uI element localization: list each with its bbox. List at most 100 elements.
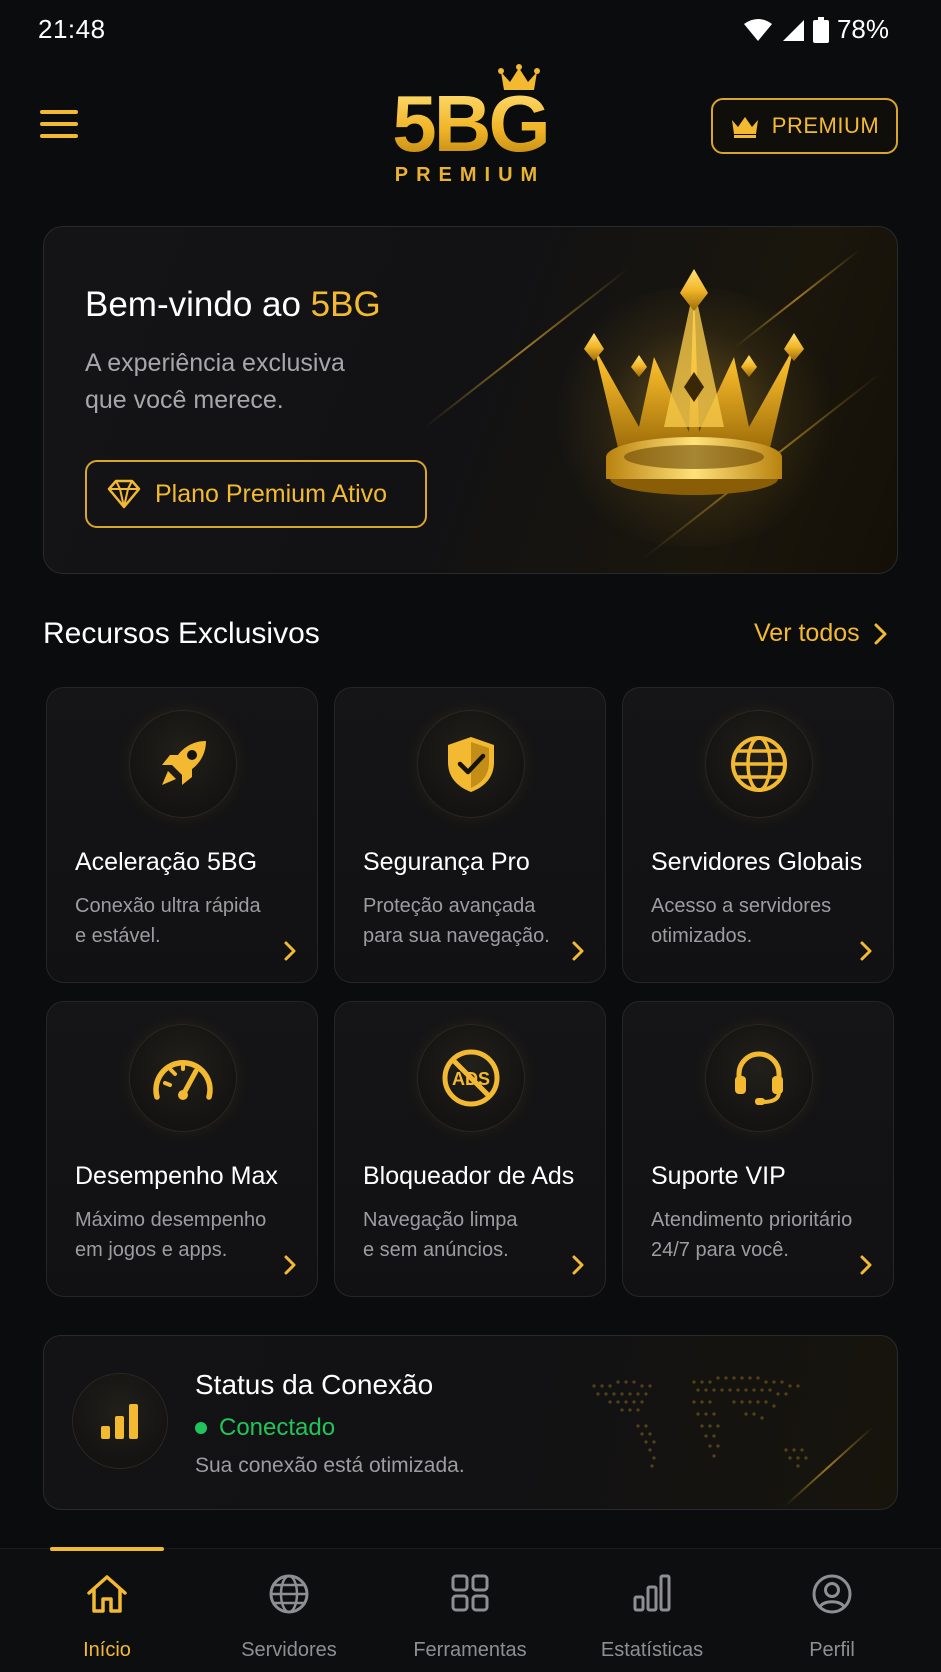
headset-icon — [735, 1051, 783, 1105]
bottom-navigation: Início Servidores Ferramentas Estatístic… — [0, 1547, 941, 1672]
card-title: Segurança Pro — [363, 848, 530, 876]
card-icon-circle — [705, 1024, 813, 1132]
signal-bars-icon — [101, 1404, 138, 1439]
card-description: Acesso a servidores otimizados. — [651, 891, 881, 951]
premium-plan-button[interactable]: Plano Premium Ativo — [85, 460, 427, 528]
chevron-right-icon — [284, 941, 296, 961]
bar-chart-icon — [633, 1574, 671, 1612]
chevron-right-icon — [874, 623, 887, 644]
card-description-line: Navegação limpa — [363, 1209, 518, 1231]
card-description-line: e sem anúncios. — [363, 1239, 509, 1261]
rocket-icon — [162, 741, 206, 785]
card-icon-circle — [129, 710, 237, 818]
home-icon — [87, 1575, 127, 1613]
welcome-banner: Bem-vindo ao 5BG A experiência exclusiva… — [43, 226, 898, 574]
nav-item-tools[interactable]: Ferramentas — [390, 1549, 550, 1672]
feature-card-ad-blocker[interactable]: ADS Bloqueador de Ads Navegação limpa e … — [334, 1001, 606, 1297]
see-all-label: Ver todos — [754, 619, 860, 647]
card-title: Suporte VIP — [651, 1162, 786, 1190]
section-title: Recursos Exclusivos — [43, 617, 320, 650]
welcome-subtitle-line: A experiência exclusiva — [85, 349, 345, 377]
card-description-line: Proteção avançada — [363, 895, 536, 917]
world-map-dots — [592, 1376, 808, 1468]
status-icon-circle — [72, 1373, 168, 1469]
card-icon-circle: ADS — [417, 1024, 525, 1132]
see-all-link[interactable]: Ver todos — [754, 619, 888, 648]
card-description-line: em jogos e apps. — [75, 1239, 228, 1261]
grid-icon — [451, 1574, 489, 1612]
battery-percent: 78% — [836, 14, 889, 44]
chevron-right-icon — [572, 1255, 584, 1275]
shield-check-icon — [448, 737, 494, 792]
card-title: Aceleração 5BG — [75, 848, 258, 876]
crown-icon — [731, 117, 758, 138]
feature-card-performance[interactable]: Desempenho Max Máximo desempenho em jogo… — [46, 1001, 318, 1297]
connection-state: Conectado — [195, 1414, 335, 1442]
nav-label: Ferramentas — [413, 1639, 527, 1661]
welcome-title-prefix: Bem-vindo ao — [85, 285, 311, 324]
card-description: Proteção avançada para sua navegação. — [363, 891, 593, 951]
card-description-line: 24/7 para você. — [651, 1239, 789, 1261]
status-indicators: 78% — [743, 14, 889, 45]
hamburger-line — [40, 110, 78, 114]
welcome-title-brand: 5BG — [310, 285, 381, 324]
card-description-line: para sua navegação. — [363, 925, 550, 947]
card-title: Desempenho Max — [75, 1162, 278, 1190]
battery-icon — [812, 16, 829, 43]
feature-card-security[interactable]: Segurança Pro Proteção avançada para sua… — [334, 687, 606, 983]
hamburger-line — [40, 122, 78, 126]
feature-card-acceleration[interactable]: Aceleração 5BG Conexão ultra rápida e es… — [46, 687, 318, 983]
welcome-subtitle: A experiência exclusiva que você merece. — [85, 345, 385, 419]
status-dot — [195, 1422, 207, 1434]
nav-item-home[interactable]: Início — [27, 1549, 187, 1672]
nav-label: Perfil — [809, 1639, 855, 1661]
card-description-line: otimizados. — [651, 925, 753, 947]
connection-title: Status da Conexão — [195, 1369, 434, 1400]
logo-text: 5BG — [380, 84, 560, 164]
menu-button[interactable] — [40, 110, 78, 142]
globe-icon — [731, 736, 787, 792]
wifi-icon — [743, 18, 772, 41]
chevron-right-icon — [860, 941, 872, 961]
chevron-right-icon — [572, 941, 584, 961]
hamburger-line — [40, 134, 78, 138]
chevron-right-icon — [284, 1255, 296, 1275]
logo-subtext: PREMIUM — [394, 164, 546, 186]
nav-label: Início — [83, 1639, 131, 1661]
card-icon-circle — [417, 710, 525, 818]
card-description-line: Conexão ultra rápida — [75, 895, 261, 917]
nav-item-profile[interactable]: Perfil — [752, 1549, 912, 1672]
premium-plan-label: Plano Premium Ativo — [155, 479, 388, 508]
connection-state-label: Conectado — [219, 1414, 336, 1441]
app-logo: 5BG PREMIUM — [380, 64, 560, 186]
feature-card-vip-support[interactable]: Suporte VIP Atendimento prioritário 24/7… — [622, 1001, 894, 1297]
diamond-icon — [107, 479, 141, 509]
nav-label: Servidores — [241, 1639, 337, 1661]
ads-block-icon: ADS — [442, 1049, 500, 1107]
card-description: Conexão ultra rápida e estável. — [75, 891, 305, 951]
signal-icon — [782, 19, 804, 41]
nav-label: Estatísticas — [600, 1639, 704, 1661]
card-description: Máximo desempenho em jogos e apps. — [75, 1205, 305, 1265]
globe-icon — [269, 1574, 309, 1614]
nav-item-statistics[interactable]: Estatísticas — [572, 1549, 732, 1672]
card-title: Servidores Globais — [651, 848, 863, 876]
card-description-line: Acesso a servidores — [651, 895, 832, 917]
card-description-line: Máximo desempenho — [75, 1209, 267, 1231]
card-description-line: e estável. — [75, 925, 161, 947]
premium-button-label: PREMIUM — [771, 113, 880, 138]
user-icon — [812, 1574, 852, 1614]
status-time: 21:48 — [38, 14, 106, 44]
welcome-title: Bem-vindo ao 5BG — [85, 285, 381, 325]
feature-card-global-servers[interactable]: Servidores Globais Acesso a servidores o… — [622, 687, 894, 983]
premium-button[interactable]: PREMIUM — [711, 98, 898, 154]
connection-status-card[interactable]: Status da Conexão Conectado Sua conexão … — [43, 1335, 898, 1510]
connection-description: Sua conexão está otimizada. — [195, 1454, 465, 1477]
speedometer-icon — [153, 1060, 213, 1100]
chevron-right-icon — [860, 1255, 872, 1275]
status-bar: 21:48 78% — [0, 0, 941, 60]
card-description-line: Atendimento prioritário — [651, 1209, 853, 1231]
card-description: Atendimento prioritário 24/7 para você. — [651, 1205, 881, 1265]
nav-item-servers[interactable]: Servidores — [209, 1549, 369, 1672]
golden-crown-icon — [584, 269, 804, 495]
